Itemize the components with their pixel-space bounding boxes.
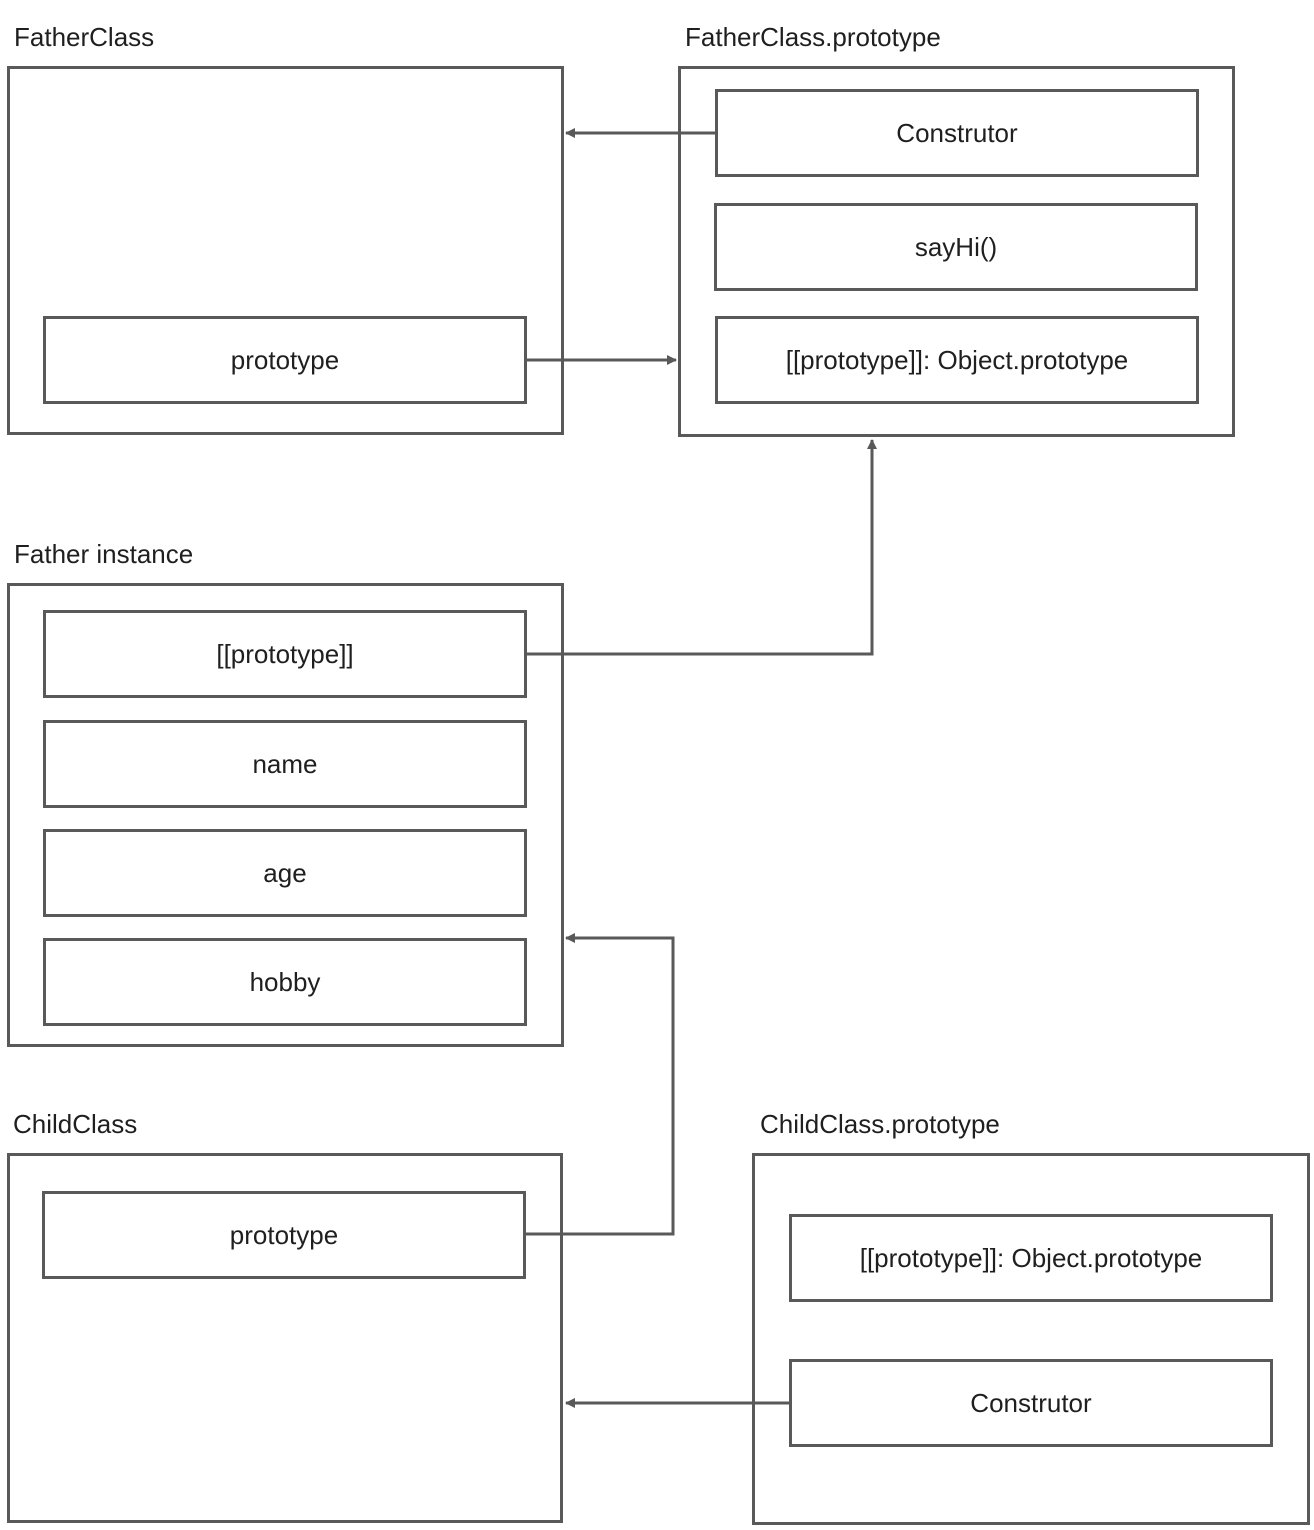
edge-father-instance-to-father-proto [527,439,877,656]
father-proto-constructor-field[interactable]: Construtor [715,89,1199,177]
child-class-title: ChildClass [13,1109,138,1139]
child-proto-box[interactable] [752,1153,1310,1525]
father-class-title: FatherClass [14,22,155,52]
father-instance-hobby-field[interactable]: hobby [43,938,527,1026]
father-class-prototype-field[interactable]: prototype [43,316,527,404]
father-proto-sayhi-field[interactable]: sayHi() [714,203,1198,291]
child-proto-prototype-link-field[interactable]: [[prototype]]: Object.prototype [789,1214,1273,1302]
child-class-prototype-field[interactable]: prototype [42,1191,526,1279]
child-proto-title: ChildClass.prototype [760,1109,1000,1139]
father-instance-name-field[interactable]: name [43,720,527,808]
father-instance-title: Father instance [14,539,194,569]
father-proto-prototype-link-field[interactable]: [[prototype]]: Object.prototype [715,316,1199,404]
father-instance-prototype-link-field[interactable]: [[prototype]] [43,610,527,698]
child-proto-constructor-field[interactable]: Construtor [789,1359,1273,1447]
father-proto-title: FatherClass.prototype [685,22,941,52]
father-instance-age-field[interactable]: age [43,829,527,917]
